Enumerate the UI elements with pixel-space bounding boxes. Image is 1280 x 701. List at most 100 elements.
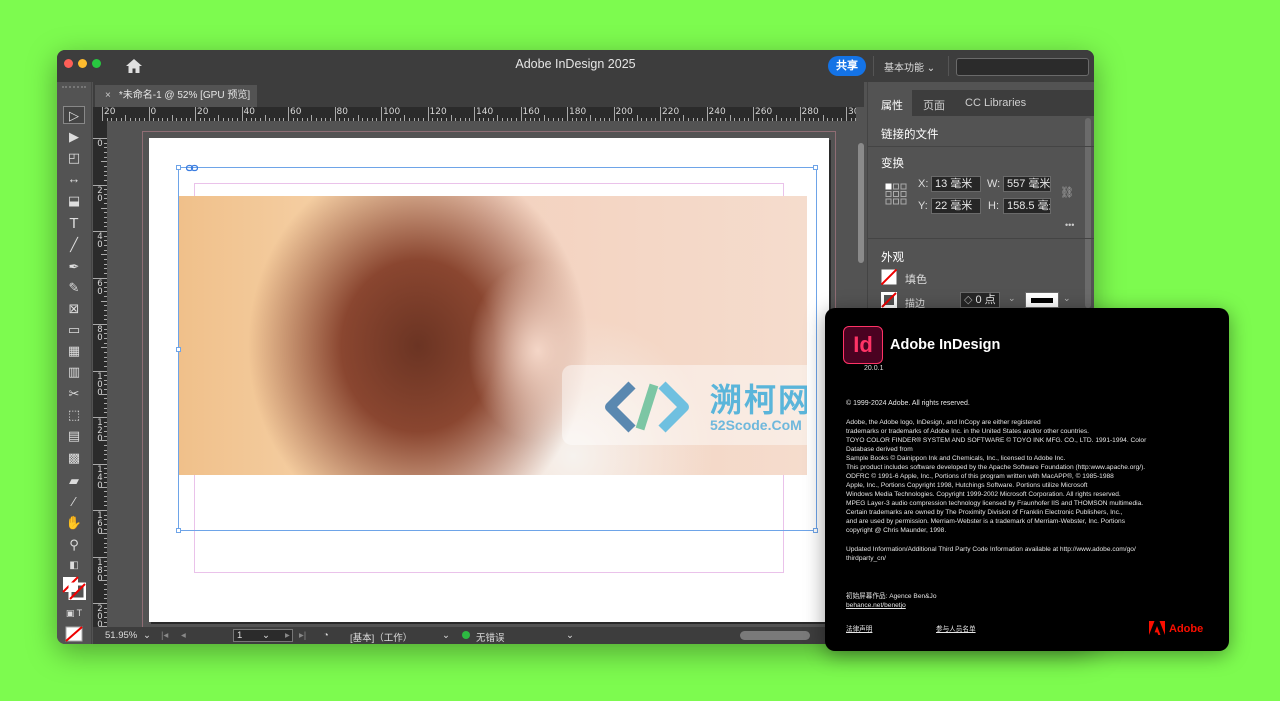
next-page-icon[interactable]: ▸: [285, 630, 290, 641]
legal-line: Database derived from: [846, 446, 913, 453]
apply-none-icon[interactable]: [65, 626, 83, 642]
ruler-tick: [427, 107, 429, 121]
chevron-down-icon[interactable]: ⌄: [1063, 293, 1071, 304]
document-tab-label: *未命名-1 @ 52% [GPU 预览]: [118, 90, 251, 101]
tab-properties[interactable]: 属性: [881, 97, 903, 113]
page-tool-icon[interactable]: ◰: [63, 149, 85, 167]
legal-line: Apple, Inc., Portions Copyright 1998, Hu…: [846, 482, 1088, 489]
scroll-thumb[interactable]: [858, 143, 864, 263]
swap-fill-stroke-icon[interactable]: ◧ ⤺: [63, 557, 85, 589]
legal-line: copyright @ Chris Maunder, 1998.: [846, 527, 947, 534]
ruler-tick: [334, 107, 336, 121]
tab-cc-libraries[interactable]: CC Libraries: [965, 97, 1026, 109]
chevron-down-icon[interactable]: ⌄: [566, 630, 574, 641]
pen-tool-icon[interactable]: ✒: [63, 258, 85, 276]
pencil-tool-icon[interactable]: ✎: [63, 279, 85, 297]
frame-handle[interactable]: [176, 165, 181, 170]
ruler-tick: [93, 231, 107, 232]
free-transform-tool-icon[interactable]: ⬚: [63, 406, 85, 424]
constrain-proportions-icon[interactable]: ⛓: [1060, 186, 1074, 199]
horizontal-scroll-thumb[interactable]: [740, 631, 810, 640]
more-options-icon[interactable]: •••: [1065, 220, 1074, 230]
type-tool-icon[interactable]: T: [63, 215, 85, 233]
divider: [873, 56, 874, 76]
ruler-tick: [241, 107, 243, 121]
ruler-tick: [613, 107, 615, 121]
legal-line: Certain trademarks are owned by The Prox…: [846, 509, 1123, 516]
ruler-tick: [93, 370, 107, 372]
contributors-link[interactable]: 参与人员名单: [936, 623, 976, 633]
credit-link[interactable]: behance.net/benetjo: [846, 601, 937, 610]
product-name: Adobe InDesign: [890, 337, 1001, 353]
last-page-icon[interactable]: ▸|: [299, 630, 306, 641]
frame-handle[interactable]: [176, 347, 181, 352]
ruler-label: 220: [662, 107, 680, 117]
stroke-swatch-icon[interactable]: [881, 292, 897, 308]
w-field[interactable]: 557 毫米: [1003, 176, 1051, 192]
selection-tool-icon[interactable]: ▷: [63, 106, 85, 124]
pasteboard[interactable]: 溯柯网 52Scode.CoM: [107, 121, 856, 627]
master-page-status[interactable]: [基本]（工作）: [350, 630, 412, 644]
adobe-wordmark: Adobe: [1169, 623, 1204, 635]
stroke-weight-field[interactable]: ◇ 0 点: [960, 292, 1000, 308]
status-ok-icon: [462, 631, 470, 639]
stroke-type-field[interactable]: [1025, 292, 1059, 308]
horizontal-ruler[interactable]: 20 0 20 40 60 80 100 120 140 160 180 200 220 240 260 28…: [93, 107, 856, 121]
title-bar: Adobe InDesign 2025 共享 基本功能 ⌄: [57, 50, 1094, 82]
hand-tool-icon[interactable]: ✋: [63, 514, 85, 532]
legal-line: Adobe, the Adobe logo, InDesign, and InC…: [846, 419, 1041, 426]
panel-grip[interactable]: [62, 86, 86, 96]
line-tool-icon[interactable]: ╱: [63, 236, 85, 254]
workspace-switcher[interactable]: 基本功能 ⌄: [884, 59, 935, 74]
zoom-level[interactable]: 51.95%: [105, 630, 137, 641]
link-icon[interactable]: [186, 164, 198, 172]
h-field[interactable]: 158.5 毫米: [1003, 198, 1051, 214]
tab-pages[interactable]: 页面: [923, 97, 945, 113]
grid-tool-icon[interactable]: ▥: [63, 363, 85, 381]
rectangle-tool-icon[interactable]: ▭: [63, 321, 85, 339]
x-field[interactable]: 13 毫米: [931, 176, 981, 192]
gradient-feather-tool-icon[interactable]: ▩: [63, 449, 85, 467]
format-container-icon[interactable]: ▣ T: [63, 604, 85, 622]
document-tab-bar: × *未命名-1 @ 52% [GPU 预览]: [93, 82, 864, 107]
preflight-status[interactable]: 无错误: [476, 630, 505, 644]
y-field[interactable]: 22 毫米: [931, 198, 981, 214]
content-collector-icon[interactable]: ⬓: [63, 192, 85, 210]
chevron-down-icon[interactable]: ⌄: [262, 630, 270, 641]
selected-frame[interactable]: [176, 164, 818, 533]
first-page-icon[interactable]: |◂: [161, 630, 168, 641]
adobe-brand: Adobe: [1149, 621, 1203, 635]
close-tab-icon[interactable]: ×: [105, 90, 111, 101]
frame-handle[interactable]: [813, 165, 818, 170]
direct-selection-tool-icon[interactable]: ▶: [63, 128, 85, 146]
search-input[interactable]: [956, 58, 1089, 76]
copyright-text: © 1999-2024 Adobe. All rights reserved.: [846, 400, 970, 407]
scissors-tool-icon[interactable]: ✂: [63, 385, 85, 403]
chevron-down-icon[interactable]: ⌄: [143, 630, 151, 641]
fill-swatch-icon[interactable]: [881, 269, 897, 285]
vertical-ruler[interactable]: 020406080100120140160180200: [93, 121, 107, 627]
eyedropper-tool-icon[interactable]: ⁄: [63, 493, 85, 511]
reference-point-icon[interactable]: [885, 183, 907, 205]
legal-notices-link[interactable]: 法律声明: [846, 623, 872, 633]
ruler-label: 0: [150, 107, 157, 117]
previous-page-icon[interactable]: ◂: [181, 630, 186, 641]
linked-files-heading[interactable]: 链接的文件: [881, 126, 939, 142]
table-tool-icon[interactable]: ▦: [63, 342, 85, 360]
stepper-icon[interactable]: ◇: [964, 294, 972, 306]
gradient-swatch-tool-icon[interactable]: ▤: [63, 427, 85, 445]
document-tab[interactable]: × *未命名-1 @ 52% [GPU 预览]: [95, 85, 257, 107]
appearance-heading: 外观: [881, 252, 904, 264]
fill-stroke-swatch-icon[interactable]: [62, 576, 86, 600]
note-tool-icon[interactable]: ▰: [63, 472, 85, 490]
frame-handle[interactable]: [176, 528, 181, 533]
chevron-down-icon[interactable]: ⌄: [442, 630, 450, 641]
rectangle-frame-tool-icon[interactable]: ⊠: [63, 300, 85, 318]
preflight-icon[interactable]: ◔: [323, 630, 329, 641]
zoom-tool-icon[interactable]: ⚲: [63, 536, 85, 554]
ruler-label: 80: [336, 107, 348, 117]
frame-handle[interactable]: [813, 528, 818, 533]
share-button[interactable]: 共享: [828, 56, 866, 76]
chevron-down-icon[interactable]: ⌄: [1008, 293, 1016, 304]
gap-tool-icon[interactable]: ↔: [63, 170, 85, 188]
